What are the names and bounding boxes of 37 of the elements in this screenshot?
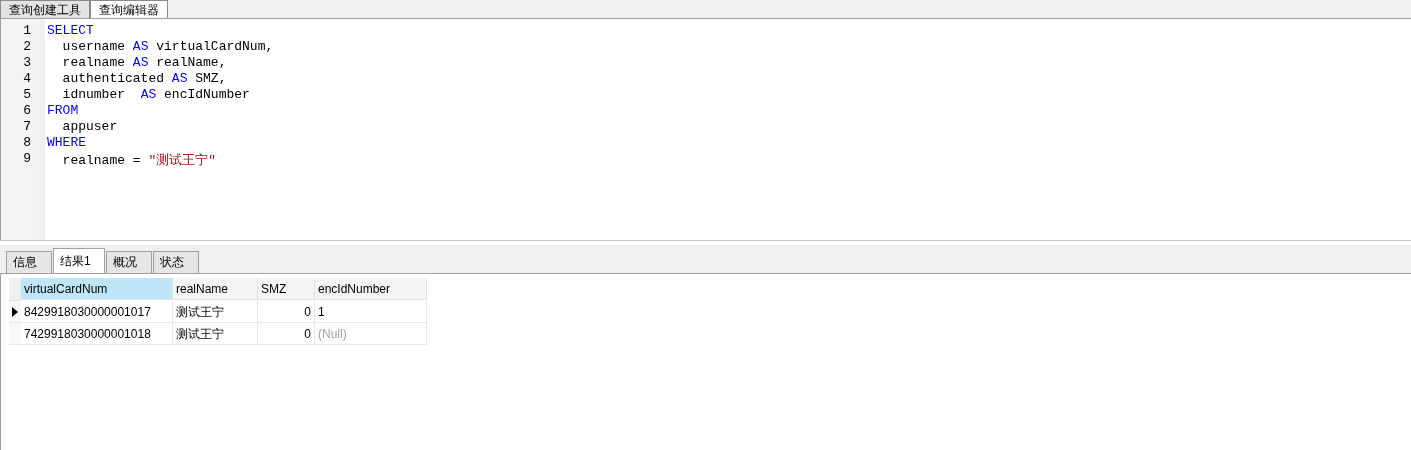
line-number: 5: [22, 87, 32, 103]
table-cell: 0: [258, 301, 315, 323]
table-cell: 7429918030000001018: [21, 323, 173, 345]
result-tab[interactable]: 状态: [153, 251, 199, 273]
line-number: 2: [22, 39, 32, 55]
line-number: 1: [22, 23, 32, 39]
table-cell: 8429918030000001017: [21, 301, 173, 323]
line-number: 9: [22, 151, 32, 167]
code-line: idnumber AS encIdNumber: [61, 87, 251, 103]
code-line: WHERE: [47, 135, 87, 151]
result-tab[interactable]: 结果1: [53, 248, 105, 273]
code-line: authenticated AS SMZ,: [61, 71, 228, 87]
line-number: 4: [22, 71, 32, 87]
table-cell: 测试王宁: [173, 323, 258, 345]
line-number: 6: [22, 103, 32, 119]
line-number: 7: [22, 119, 32, 135]
code-line: SELECT: [47, 23, 95, 39]
result-tab[interactable]: 概况: [106, 251, 152, 273]
code-line: appuser: [61, 119, 119, 135]
code-line: FROM: [47, 103, 80, 119]
code-line: username AS virtualCardNum,: [61, 39, 275, 55]
column-header[interactable]: virtualCardNum: [21, 278, 173, 300]
table-cell: 1: [315, 301, 427, 323]
result-tab[interactable]: 信息: [6, 251, 52, 273]
column-header[interactable]: realName: [173, 278, 258, 300]
line-number: 3: [22, 55, 32, 71]
table-cell: (Null): [315, 323, 427, 345]
editor-tab[interactable]: 查询编辑器: [90, 0, 168, 18]
current-row-icon: [12, 306, 18, 317]
code-line: realname = "测试王宁": [61, 152, 218, 167]
column-header[interactable]: encIdNumber: [315, 278, 427, 300]
table-cell: 0: [258, 323, 315, 345]
code-line: realname AS realName,: [61, 55, 228, 71]
line-number: 8: [22, 135, 32, 151]
editor-tab[interactable]: 查询创建工具: [0, 0, 90, 18]
table-cell: 测试王宁: [173, 301, 258, 323]
column-header[interactable]: SMZ: [258, 278, 315, 300]
